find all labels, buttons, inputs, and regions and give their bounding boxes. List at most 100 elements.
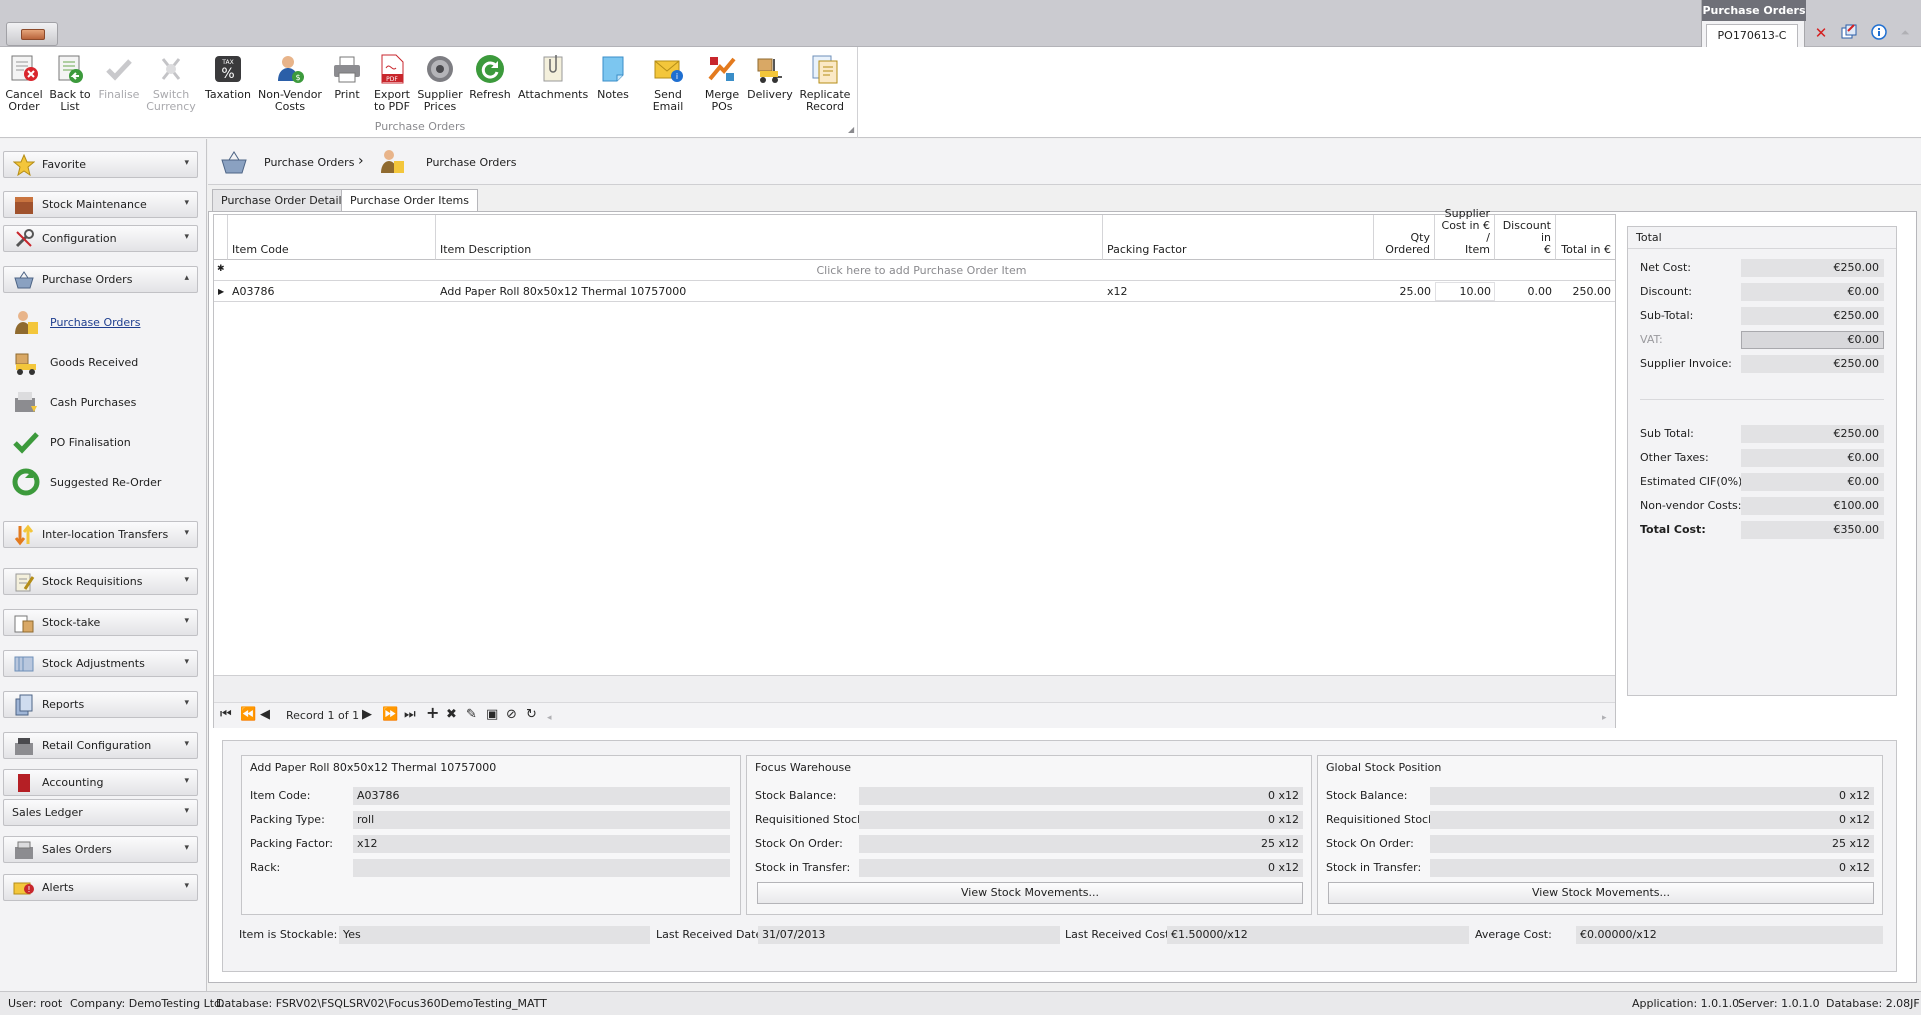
add-record-icon[interactable]: +: [426, 705, 439, 721]
cell-item-code[interactable]: A03786: [232, 285, 275, 298]
replicate-record-button[interactable]: Replicate Record: [796, 49, 854, 121]
cancel-edit-icon[interactable]: ⊘: [506, 707, 517, 723]
nav-inter-location-transfers[interactable]: Inter-location Transfers ▾: [3, 521, 198, 548]
previous-page-icon[interactable]: ⏪: [240, 707, 256, 723]
record-tab[interactable]: PO170613-C: [1706, 24, 1798, 47]
status-server-version: Server: 1.0.1.0: [1738, 997, 1820, 1010]
cancel-order-button[interactable]: Cancel Order: [2, 49, 46, 121]
chevron-down-icon: ▾: [184, 776, 189, 786]
cell-total[interactable]: 250.00: [1556, 285, 1612, 298]
net-cost-value: €250.00: [1741, 259, 1884, 277]
ribbon-group-purchase-orders: Cancel Order Back to List Finalise Switch C…: [0, 47, 858, 138]
back-to-list-icon: [54, 53, 86, 85]
nav-stock-take[interactable]: Stock-take ▾: [3, 609, 198, 636]
column-header-discount[interactable]: Discount in €: [1495, 215, 1556, 260]
warehouse-stock-balance: 0 x12: [859, 787, 1303, 805]
nav-accounting[interactable]: Accounting ▾: [3, 769, 198, 796]
nav-favorite[interactable]: Favorite ▾: [3, 151, 198, 178]
back-to-list-button[interactable]: Back to List: [48, 49, 92, 121]
send-email-button[interactable]: i Send Email: [638, 49, 698, 121]
restore-window-icon[interactable]: [1840, 24, 1858, 42]
column-header-item-code[interactable]: Item Code: [228, 215, 436, 260]
last-record-icon[interactable]: ⏭: [404, 707, 416, 723]
column-header-supplier-cost[interactable]: Supplier Cost in € / Item: [1435, 208, 1495, 260]
attachments-button[interactable]: Attachments: [518, 49, 588, 121]
breadcrumb-item[interactable]: Purchase Orders: [264, 156, 354, 169]
column-header-packing-factor[interactable]: Packing Factor: [1103, 215, 1374, 260]
warehouse-requisitioned-stock: 0 x12: [859, 811, 1303, 829]
print-button[interactable]: Print: [324, 49, 370, 121]
non-vendor-costs-button[interactable]: $ Non-Vendor Costs: [258, 49, 322, 121]
packing-factor-field: x12: [353, 835, 730, 853]
supplier-prices-icon: [424, 53, 456, 85]
save-record-icon[interactable]: ▣: [486, 707, 498, 723]
nav-stock-maintenance[interactable]: Stock Maintenance ▾: [3, 191, 198, 218]
nav-sales-orders[interactable]: Sales Orders ▾: [3, 836, 198, 863]
taxation-button[interactable]: TAX% Taxation: [200, 49, 256, 121]
stock-take-icon: [10, 611, 38, 635]
column-header-qty-ordered[interactable]: Qty Ordered: [1374, 215, 1435, 260]
nav-stock-adjustments[interactable]: Stock Adjustments ▾: [3, 650, 198, 677]
view-global-stock-movements-button[interactable]: View Stock Movements...: [1328, 882, 1874, 904]
tab-purchase-order-details[interactable]: Purchase Order Details: [212, 189, 357, 211]
status-user: User: root: [8, 997, 63, 1010]
application-menu-button[interactable]: [6, 22, 58, 46]
cell-supplier-cost[interactable]: 10.00: [1435, 285, 1492, 298]
next-record-icon[interactable]: ▶: [362, 707, 372, 723]
configuration-icon: [10, 227, 38, 251]
nav-sub-purchase-orders[interactable]: Purchase Orders: [10, 305, 140, 339]
nav-stock-requisitions[interactable]: Stock Requisitions ▾: [3, 568, 198, 595]
table-row[interactable]: ▶ A03786 Add Paper Roll 80x50x12 Thermal…: [214, 282, 1615, 302]
column-header-item-description[interactable]: Item Description: [436, 215, 1103, 260]
packing-type-field: roll: [353, 811, 730, 829]
nav-alerts[interactable]: ! Alerts ▾: [3, 874, 198, 901]
nav-purchase-orders[interactable]: Purchase Orders ▴: [3, 266, 198, 293]
merge-pos-button[interactable]: Merge POs: [700, 49, 744, 121]
close-icon[interactable]: ✕: [1812, 24, 1830, 42]
cell-item-description[interactable]: Add Paper Roll 80x50x12 Thermal 10757000: [440, 285, 686, 298]
delivery-button[interactable]: Delivery: [746, 49, 794, 121]
cell-discount[interactable]: 0.00: [1495, 285, 1553, 298]
cell-packing-factor[interactable]: x12: [1107, 285, 1128, 298]
nav-sub-goods-received[interactable]: Goods Received: [10, 345, 138, 379]
first-record-icon[interactable]: ⏮: [220, 707, 232, 723]
info-icon[interactable]: [1870, 24, 1888, 42]
warehouse-stock-on-order: 25 x12: [859, 835, 1303, 853]
view-stock-movements-button[interactable]: View Stock Movements...: [757, 882, 1303, 904]
refresh-icon: [474, 53, 506, 85]
nav-sales-ledger[interactable]: Sales Ledger ▾: [3, 799, 198, 826]
collapse-ribbon-icon[interactable]: ⏶: [1896, 24, 1914, 42]
nav-retail-configuration[interactable]: Retail Configuration ▾: [3, 732, 198, 759]
finalise-button[interactable]: Finalise: [94, 49, 144, 121]
supplier-prices-button[interactable]: Supplier Prices: [416, 49, 464, 121]
cell-qty-ordered[interactable]: 25.00: [1374, 285, 1432, 298]
new-item-row[interactable]: ✱ Click here to add Purchase Order Item: [214, 261, 1615, 281]
new-row-placeholder[interactable]: Click here to add Purchase Order Item: [228, 264, 1615, 277]
scroll-left-icon[interactable]: ◂: [547, 710, 552, 726]
switch-currency-button[interactable]: Switch Currency: [144, 49, 198, 121]
nav-sub-po-finalisation[interactable]: PO Finalisation: [10, 425, 131, 459]
tab-purchase-order-items[interactable]: Purchase Order Items: [341, 189, 478, 212]
breadcrumb: Purchase Orders › Purchase Orders: [208, 139, 1921, 185]
vat-value[interactable]: €0.00: [1741, 331, 1884, 349]
notes-button[interactable]: Notes: [590, 49, 636, 121]
delete-record-icon[interactable]: ✖: [446, 707, 457, 723]
next-page-icon[interactable]: ⏩: [382, 707, 398, 723]
nav-sub-suggested-reorder[interactable]: Suggested Re-Order: [10, 465, 161, 499]
export-to-pdf-button[interactable]: PDF Export to PDF: [370, 49, 414, 121]
chevron-down-icon: ▾: [184, 528, 189, 538]
scroll-right-icon[interactable]: ▸: [1602, 710, 1607, 726]
item-code-field: A03786: [353, 787, 730, 805]
column-header-total[interactable]: Total in €: [1556, 215, 1615, 260]
refresh-button[interactable]: Refresh: [466, 49, 514, 121]
edit-record-icon[interactable]: ✎: [466, 707, 477, 723]
shopping-basket-icon: [10, 268, 38, 292]
nav-reports[interactable]: Reports ▾: [3, 691, 198, 718]
discount-value: €0.00: [1741, 283, 1884, 301]
nav-configuration[interactable]: Configuration ▾: [3, 225, 198, 252]
estimated-cif-value: €0.00: [1741, 473, 1884, 491]
refresh-icon[interactable]: ↻: [526, 707, 537, 723]
dialog-launcher-icon[interactable]: ◢: [848, 125, 854, 134]
nav-sub-cash-purchases[interactable]: Cash Purchases: [10, 385, 136, 419]
previous-record-icon[interactable]: ◀: [260, 707, 270, 723]
